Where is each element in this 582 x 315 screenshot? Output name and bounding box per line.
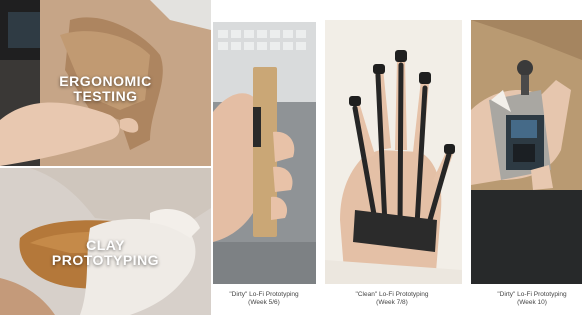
caption-dirty-week5: "Dirty" Lo-Fi Prototyping (Week 5/6) [208,291,320,307]
caption-clean-week7-line2: (Week 7/8) [376,299,408,306]
clay-prototyping-photo: CLAY PROTOTYPING [0,168,211,315]
caption-dirty-week10-line1: "Dirty" Lo-Fi Prototyping [497,291,567,298]
caption-clean-week7: "Clean" Lo-Fi Prototyping (Week 7/8) [336,291,448,307]
dirty-lofi-week10-photo [471,20,582,284]
caption-dirty-week5-line1: "Dirty" Lo-Fi Prototyping [229,291,299,298]
caption-dirty-week10-line2: (Week 10) [517,299,547,306]
caption-dirty-week10: "Dirty" Lo-Fi Prototyping (Week 10) [482,291,582,307]
caption-clean-week7-line1: "Clean" Lo-Fi Prototyping [355,291,429,298]
dirty-lofi-week5-photo [213,22,316,284]
clay-prototyping-title: CLAY PROTOTYPING [0,238,211,268]
ergonomic-title-line2: TESTING [73,88,138,104]
ergonomic-title-line1: ERGONOMIC [59,73,152,89]
caption-dirty-week5-line2: (Week 5/6) [248,299,280,306]
clay-title-line1: CLAY [86,237,125,253]
clean-lofi-week7-photo [325,20,462,284]
clay-title-line2: PROTOTYPING [51,252,160,268]
ergonomic-testing-photo: ERGONOMIC TESTING [0,0,211,166]
ergonomic-testing-title: ERGONOMIC TESTING [0,74,211,104]
